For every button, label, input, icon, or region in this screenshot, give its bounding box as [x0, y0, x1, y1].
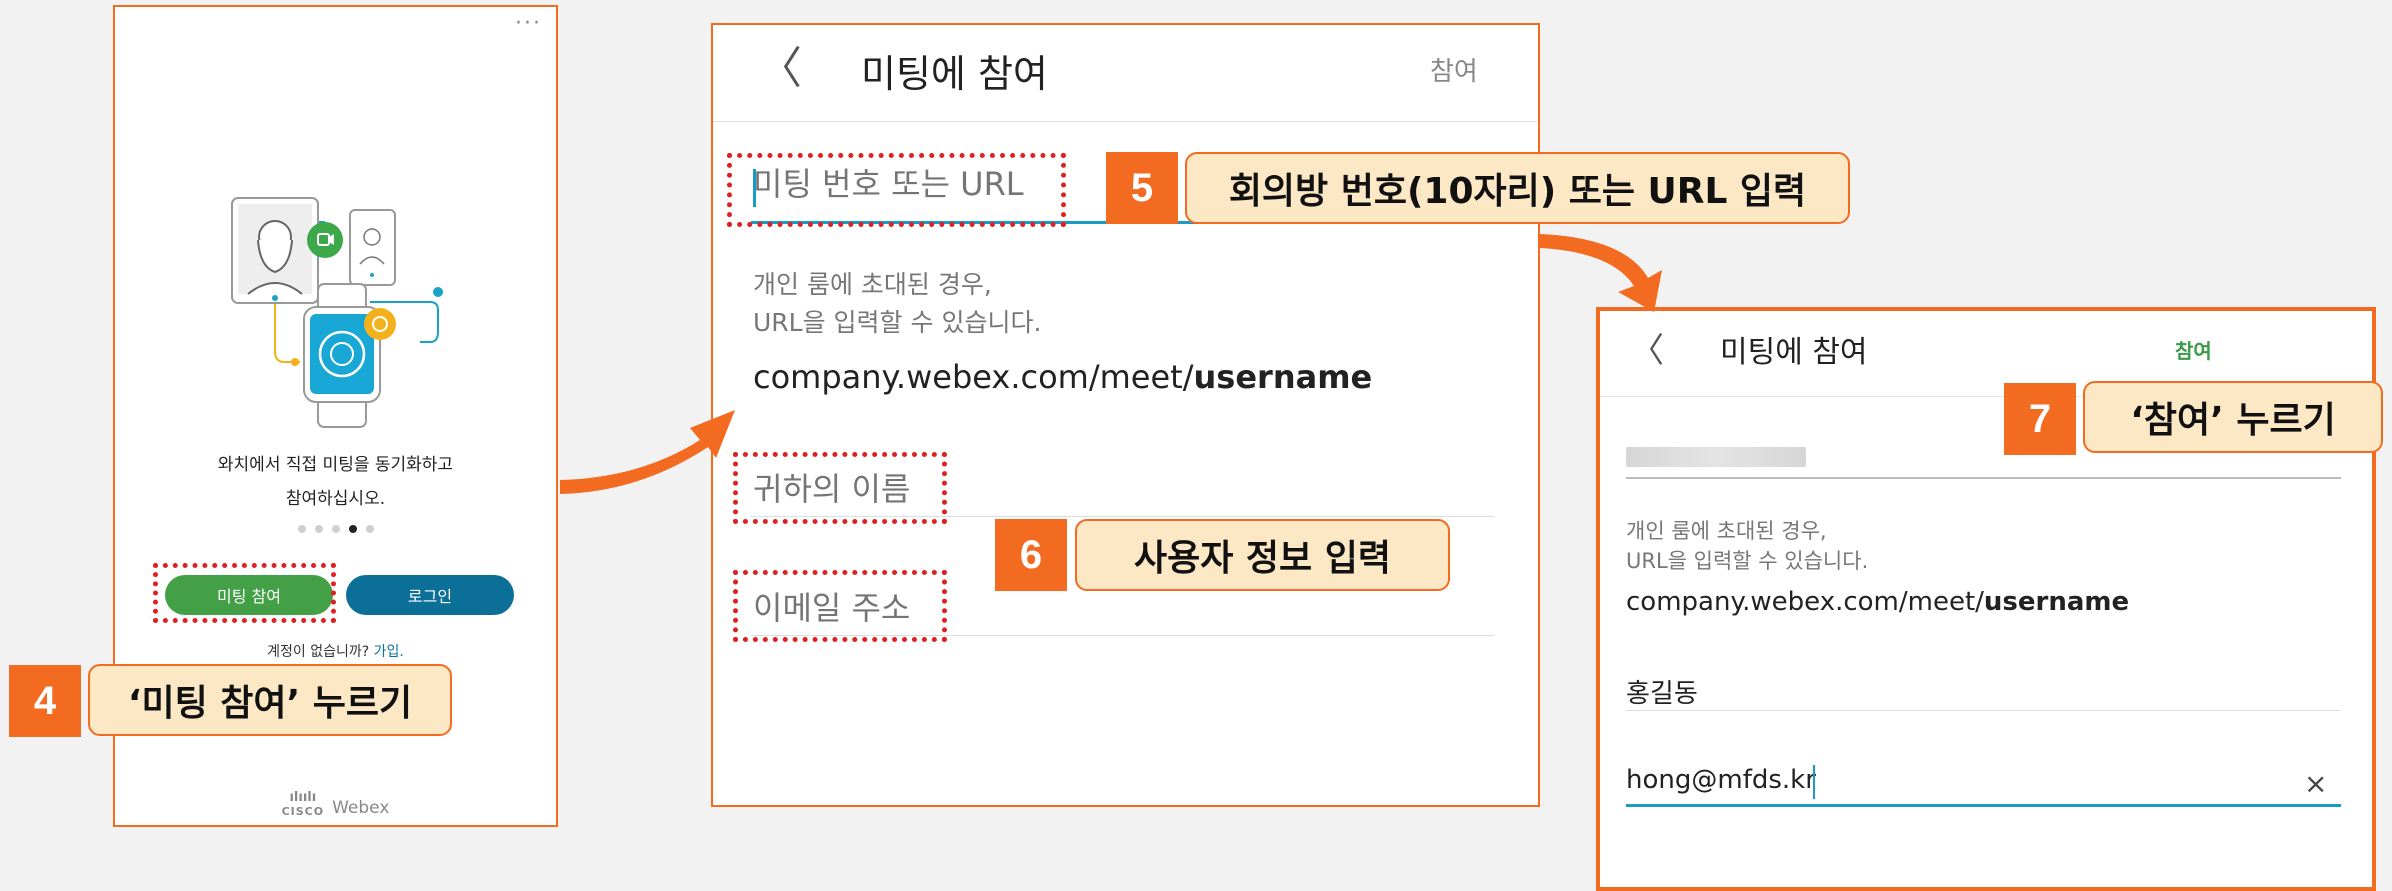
highlight-meeting-number: [727, 153, 1066, 227]
highlight-join-button: [153, 563, 336, 623]
step-4-label: ‘미팅 참여’ 누르기: [88, 664, 452, 736]
arrow-step4-to-5-icon: [560, 410, 735, 494]
step-6-label: 사용자 정보 입력: [1075, 519, 1450, 591]
step-7-label: ‘참여’ 누르기: [2083, 381, 2383, 453]
step-5-badge: 5: [1106, 152, 1178, 224]
step-6-badge: 6: [995, 519, 1067, 591]
step-7-badge: 7: [2004, 383, 2076, 455]
highlight-name: [733, 452, 947, 524]
arrow-step5-to-7-icon: [1540, 234, 1662, 312]
step-5-label: 회의방 번호(10자리) 또는 URL 입력: [1185, 152, 1850, 224]
step-4-badge: 4: [9, 665, 81, 737]
highlight-email: [733, 570, 947, 642]
